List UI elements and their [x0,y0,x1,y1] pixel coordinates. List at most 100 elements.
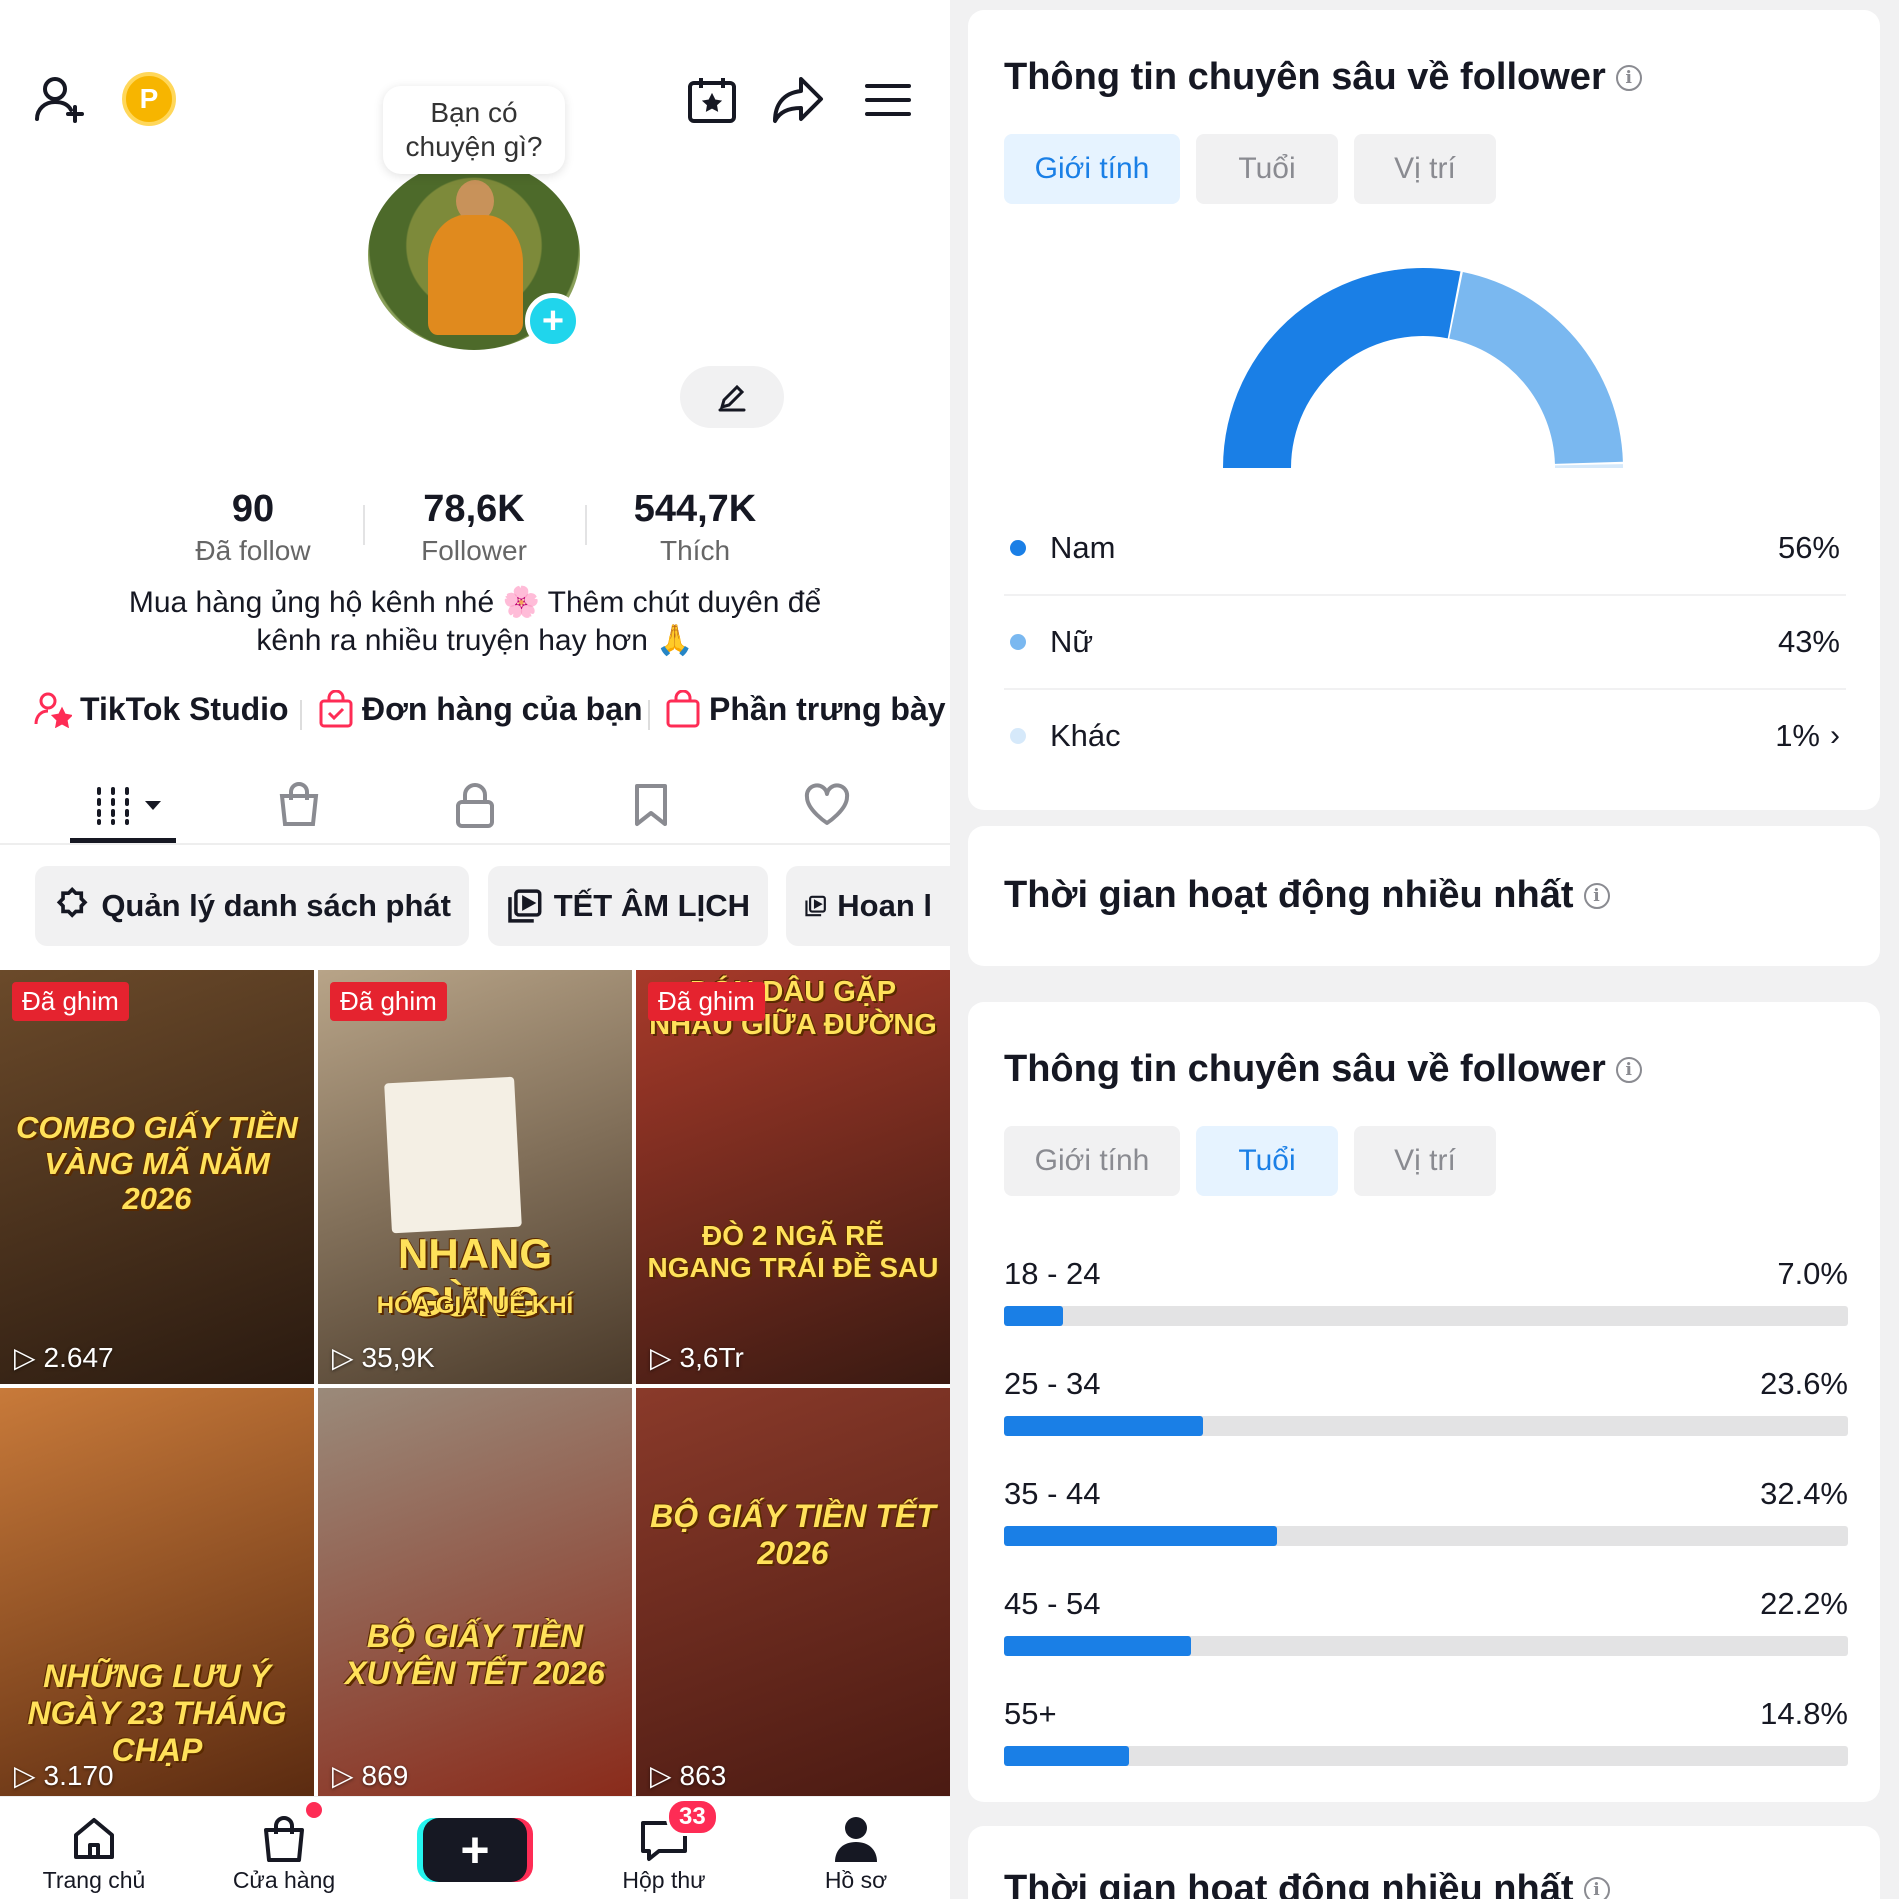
tab-age[interactable]: Tuổi [1196,134,1338,204]
coin-letter: P [139,83,159,114]
age-bar-row: 25 - 34 23.6% [1004,1366,1848,1446]
age-range-label: 35 - 44 [1004,1476,1101,1511]
view-count: ▷ 35,9K [332,1341,435,1374]
video-thumbnail[interactable]: NHỮNG LƯU Ý NGÀY 23 THÁNG CHẠP ▷ 3.170 [0,1388,314,1802]
video-caption: ĐÒ 2 NGÃ RẼ NGANG TRÁI ĐỀ SAU [647,1220,939,1284]
info-icon[interactable]: i [1583,882,1610,909]
manage-playlists-chip[interactable]: Quản lý danh sách phát [35,866,469,946]
video-thumbnail[interactable]: Đã ghim NHANG GỪNG HÓA GIẢI UẾ KHÍ ▷ 35,9… [318,970,632,1384]
play-icon: ▷ [332,1342,354,1373]
donut-slice-0 [1223,268,1461,468]
video-thumbnail[interactable]: BỘ GIẤY TIỀN TẾT 2026 ▷ 863 [636,1388,950,1802]
view-count: ▷ 863 [650,1759,726,1792]
view-count-value: 3.170 [43,1759,114,1791]
stat-following[interactable]: 90 Đã follow [153,488,353,567]
video-thumbnail[interactable]: Đã ghim COMBO GIẤY TIỀN VÀNG MÃ NĂM 2026… [0,970,314,1384]
coin-icon[interactable]: P [122,72,176,126]
age-bar-fill [1004,1746,1129,1766]
settings-gear-icon [56,887,88,918]
product-box-image [384,1076,522,1234]
age-range-label: 45 - 54 [1004,1586,1101,1621]
info-icon[interactable]: i [1615,64,1642,91]
gender-legend-row[interactable]: Khác 1% › [1004,690,1846,784]
age-percentage: 14.8% [1760,1696,1848,1731]
share-icon[interactable] [768,70,828,130]
legend-value: 43% [1778,624,1840,660]
stat-followers[interactable]: 78,6K Follower [374,488,574,567]
nav-label: Cửa hàng [232,1867,336,1893]
nav-home[interactable]: Trang chủ [14,1811,174,1894]
playlist-chip-tet[interactable]: TẾT ÂM LỊCH [488,866,768,946]
info-icon[interactable]: i [1615,1056,1642,1083]
play-icon: ▷ [14,1342,36,1373]
nav-shop[interactable]: Cửa hàng [204,1811,364,1894]
age-bar-fill [1004,1636,1192,1656]
tab-age[interactable]: Tuổi [1196,1126,1338,1196]
home-icon [74,1818,114,1859]
tiktok-studio-link[interactable]: TikTok Studio [34,690,289,728]
stat-likes[interactable]: 544,7K Thích [595,488,795,567]
play-icon: ▷ [650,1342,672,1373]
video-caption: BỘ GIẤY TIỀN TẾT 2026 [650,1498,936,1571]
edit-name-button[interactable] [680,366,784,428]
card-title: Thời gian hoạt động nhiều nhất i [1004,874,1610,917]
donut-slice-1 [1449,272,1623,464]
divider [363,505,365,545]
view-count: ▷ 869 [332,1759,408,1792]
lock-icon [456,783,494,828]
nav-profile[interactable]: Hồ sơ [776,1811,936,1894]
legend-pct: 1% [1775,718,1820,753]
heart-icon [804,783,850,825]
tab-gender[interactable]: Giới tính [1004,1126,1180,1196]
tab-private[interactable] [430,770,520,840]
calendar-star-icon[interactable] [682,70,742,130]
info-icon[interactable]: i [1583,1876,1610,1899]
playlist-chips: Quản lý danh sách phát TẾT ÂM LỊCH Hoan … [0,866,950,946]
tab-location[interactable]: Vị trí [1354,134,1496,204]
nav-inbox[interactable]: Hộp thư [584,1811,744,1894]
profile-icon [835,1817,877,1862]
tab-saved[interactable] [606,770,696,840]
video-thumbnail[interactable]: ĐÓN DÂU GẶP NHAU GIỮA ĐƯỜNG Đã ghim ĐÒ 2… [636,970,950,1384]
add-friend-icon[interactable] [30,70,90,130]
orders-link[interactable]: Đơn hàng của bạn [318,690,643,728]
legend-name: Nam [1050,530,1116,565]
add-story-icon[interactable]: + [525,293,581,349]
tab-liked[interactable] [782,770,872,840]
create-button[interactable]: + [423,1818,527,1882]
age-bar-track [1004,1636,1848,1656]
pinned-badge: Đã ghim [648,982,765,1021]
age-bar-row: 55+ 14.8% [1004,1696,1848,1776]
tab-gender[interactable]: Giới tính [1004,134,1180,204]
tab-videos[interactable] [78,770,168,840]
stat-label: Follower [421,535,527,566]
gender-legend-row: Nữ 43% [1004,596,1846,690]
bio-line: kênh ra nhiều truyện hay hơn 🙏 [256,624,694,657]
age-bar-row: 35 - 44 32.4% [1004,1476,1848,1556]
active-tab-indicator [70,838,176,843]
link-label: TikTok Studio [80,690,289,727]
playlist-chip-hoan[interactable]: Hoan l [786,866,950,946]
age-bar-row: 45 - 54 22.2% [1004,1586,1848,1666]
legend-dot [1010,540,1026,556]
follower-insights-screen: Thông tin chuyên sâu về follower i Giới … [950,0,1899,1899]
content-tabs [0,770,950,845]
age-bar-track [1004,1526,1848,1546]
card-title-text: Thông tin chuyên sâu về follower [1004,1048,1606,1090]
video-thumbnail[interactable]: BỘ GIẤY TIỀN XUYÊN TẾT 2026 ▷ 869 [318,1388,632,1802]
view-count-value: 3,6Tr [679,1341,744,1373]
age-bar-fill [1004,1416,1204,1436]
age-percentage: 32.4% [1760,1476,1848,1511]
showcase-link[interactable]: Phần trưng bày [665,690,946,728]
status-bubble[interactable]: Bạn có chuyện gì? [383,86,565,174]
pencil-icon [718,384,746,412]
tab-location[interactable]: Vị trí [1354,1126,1496,1196]
legend-pct: 43% [1777,624,1840,659]
chip-label: Quản lý danh sách phát [101,888,451,923]
pinned-badge: Đã ghim [330,982,447,1021]
menu-icon[interactable] [858,70,918,130]
tab-shop[interactable] [254,770,344,840]
view-count-value: 35,9K [361,1341,435,1373]
age-percentage: 23.6% [1760,1366,1848,1401]
age-percentage: 22.2% [1760,1586,1848,1621]
